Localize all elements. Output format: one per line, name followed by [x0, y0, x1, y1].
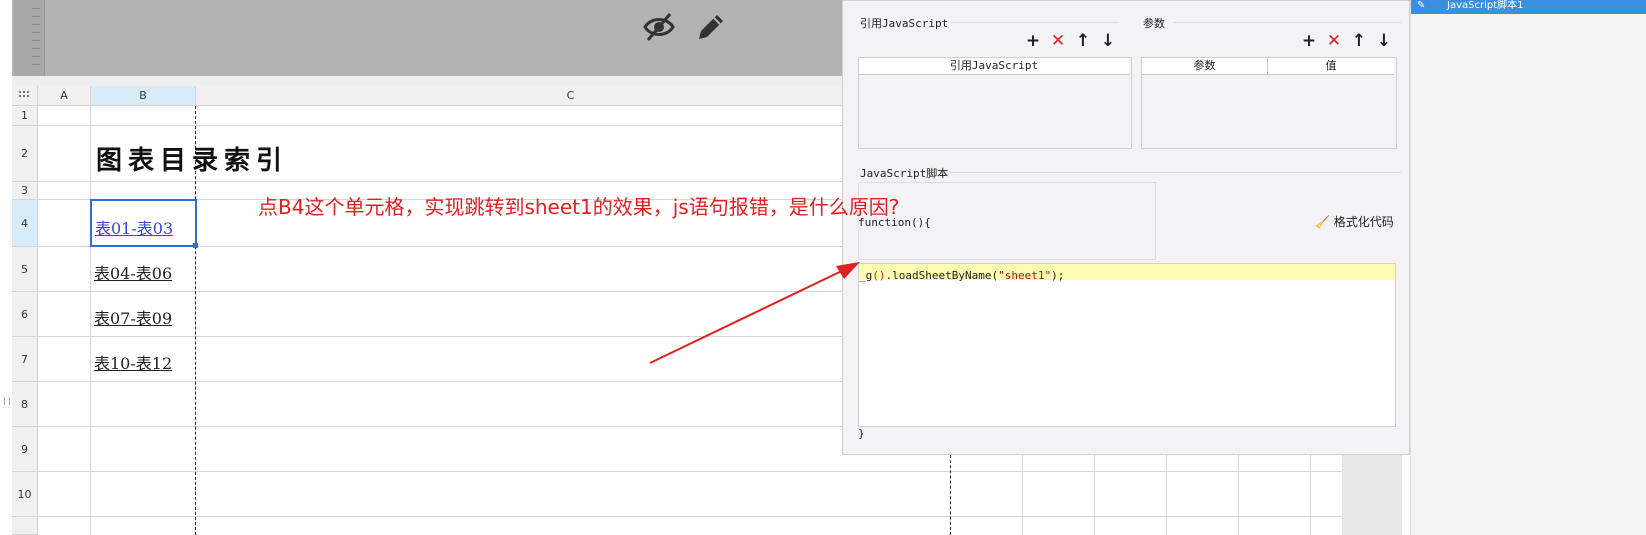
selection-handle[interactable] — [193, 243, 198, 248]
ref-js-column-header[interactable]: 引用JavaScript — [859, 58, 1129, 75]
vertical-ruler — [14, 0, 45, 76]
link-cell-b7[interactable]: 表10-表12 — [94, 350, 172, 374]
grid-line — [90, 106, 91, 535]
row-header-9[interactable]: 9 — [12, 427, 38, 472]
link-cell-b6[interactable]: 表07-表09 — [94, 305, 172, 329]
javascript-editor-panel: 引用JavaScript 参数 + ✕ ↑ ↓ + ✕ ↑ ↓ 引用JavaSc… — [842, 0, 1410, 455]
function-footer: } — [858, 427, 865, 440]
eye-off-icon[interactable] — [642, 10, 676, 44]
format-code-label: 格式化代码 — [1333, 215, 1394, 229]
row-header-2[interactable]: 2 — [12, 126, 38, 182]
params-section-title: 参数 — [1143, 17, 1165, 30]
row-header-11[interactable] — [12, 517, 38, 535]
broom-icon: 🧹 — [1315, 215, 1330, 229]
ref-js-section-title: 引用JavaScript — [860, 17, 949, 30]
code-token-string: "sheet1" — [998, 269, 1052, 282]
js-script-section-title: JavaScript脚本 — [860, 167, 949, 180]
column-header-a[interactable]: A — [38, 86, 91, 106]
grid-line — [1094, 455, 1095, 535]
page-break-line — [950, 455, 951, 535]
drag-grip[interactable] — [4, 397, 10, 405]
row-header-4[interactable]: 4 — [12, 200, 38, 247]
delete-param-button[interactable]: ✕ — [1324, 31, 1344, 51]
grid-line — [1022, 455, 1023, 535]
grid-line — [38, 471, 1342, 472]
link-cell-b5[interactable]: 表04-表06 — [94, 260, 172, 284]
select-all-corner[interactable] — [12, 86, 38, 106]
divider — [951, 22, 1119, 23]
divider — [1173, 22, 1401, 23]
ref-js-table[interactable]: 引用JavaScript — [858, 57, 1132, 149]
move-down-ref-button[interactable]: ↓ — [1098, 31, 1118, 51]
row-header-5[interactable]: 5 — [12, 247, 38, 292]
grid-line — [1238, 455, 1239, 535]
row-header-8[interactable]: 8 — [12, 382, 38, 427]
column-header-b[interactable]: B — [91, 86, 196, 106]
catalog-title: 图表目录索引 — [96, 146, 289, 176]
code-editor[interactable]: _g().loadSheetByName("sheet1"); — [858, 263, 1396, 427]
grid-line — [1166, 455, 1167, 535]
delete-ref-button[interactable]: ✕ — [1048, 31, 1068, 51]
param-column-header[interactable]: 参数 — [1142, 58, 1268, 75]
grid-line — [1310, 455, 1311, 535]
code-line-1[interactable]: _g().loadSheetByName("sheet1"); — [859, 264, 1395, 282]
params-table[interactable]: 参数 值 — [1141, 57, 1397, 149]
annotation-arrow — [649, 262, 860, 364]
script-list-sidebar: ✎ JavaScript脚本1 — [1410, 0, 1646, 535]
format-code-button[interactable]: 🧹 格式化代码 — [1315, 213, 1394, 230]
row-header-1[interactable]: 1 — [12, 106, 38, 126]
code-token-end: ); — [1051, 269, 1065, 282]
row-header-10[interactable]: 10 — [12, 472, 38, 517]
link-cell-b4[interactable]: 表01-表03 — [95, 215, 173, 239]
pencil-icon[interactable] — [694, 10, 728, 44]
move-up-ref-button[interactable]: ↑ — [1073, 31, 1093, 51]
value-column-header[interactable]: 值 — [1268, 58, 1394, 75]
code-token-paren: () — [872, 269, 886, 282]
row-header-7[interactable]: 7 — [12, 337, 38, 382]
sidebar-item-label: JavaScript脚本1 — [1447, 0, 1524, 11]
grid-line — [38, 516, 1342, 517]
add-ref-button[interactable]: + — [1023, 31, 1043, 51]
row-header-3[interactable]: 3 — [12, 182, 38, 200]
code-token-method: .loadSheetByName( — [885, 269, 999, 282]
row-header-6[interactable]: 6 — [12, 292, 38, 337]
annotation-text: 点B4这个单元格，实现跳转到sheet1的效果，js语句报错，是什么原因? — [258, 195, 900, 219]
edit-icon: ✎ — [1417, 0, 1426, 11]
move-down-param-button[interactable]: ↓ — [1374, 31, 1394, 51]
sidebar-item-script[interactable]: ✎ JavaScript脚本1 — [1411, 0, 1646, 14]
column-header-c[interactable]: C — [196, 86, 946, 106]
move-up-param-button[interactable]: ↑ — [1349, 31, 1369, 51]
divider — [945, 172, 1401, 173]
add-param-button[interactable]: + — [1299, 31, 1319, 51]
scroll-area[interactable] — [1342, 455, 1402, 535]
